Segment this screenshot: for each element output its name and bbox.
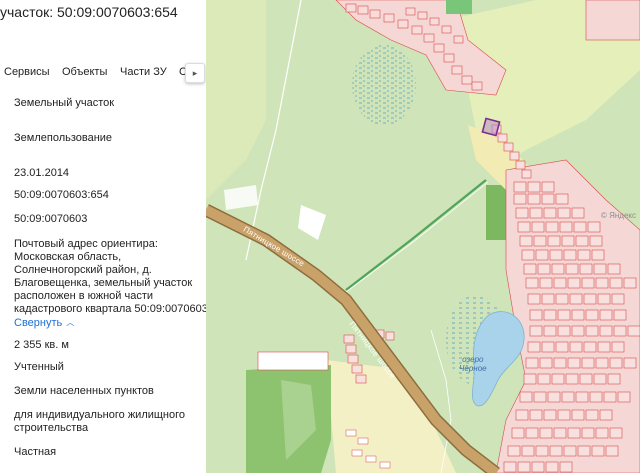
lake-label: озеро Чёрное bbox=[459, 355, 487, 373]
collapse-label: Свернуть bbox=[14, 317, 63, 329]
green-block bbox=[446, 0, 472, 14]
status-value: Учтенный bbox=[14, 361, 64, 373]
land-category-value: Земли населенных пунктов bbox=[14, 385, 154, 397]
area-value: 2 355 кв. м bbox=[14, 339, 69, 351]
panel-title: участок: 50:09:0070603:654 bbox=[0, 4, 178, 20]
small-parcel bbox=[257, 351, 329, 371]
cadastral-quarter-value: 50:09:0070603 bbox=[14, 213, 88, 225]
category-value: Землепользование bbox=[14, 132, 113, 144]
chevron-up-icon: ︿ bbox=[66, 318, 75, 327]
cadastral-number-value: 50:09:0070603:654 bbox=[14, 189, 109, 201]
address-line: Почтовый адрес ориентира: bbox=[14, 238, 158, 250]
permitted-use-line: для индивидуального жилищного bbox=[14, 409, 186, 421]
address-line: расположен в южной части bbox=[14, 290, 154, 302]
tab-scroll-button[interactable]: ▸ bbox=[185, 63, 205, 83]
map-canvas bbox=[206, 0, 640, 473]
selected-parcel[interactable] bbox=[481, 117, 501, 137]
cadastral-map[interactable]: Пятницкое шоссе Пятницкое шоссе озеро Чё… bbox=[206, 0, 640, 473]
address-line: кадастрового квартала 50:09:0070603 bbox=[14, 303, 206, 315]
address-block: Почтовый адрес ориентира: Московская обл… bbox=[14, 238, 206, 316]
address-line: Московская область, bbox=[14, 251, 122, 263]
collapse-link[interactable]: Свернуть ︿ bbox=[14, 317, 74, 329]
address-line: Солнечногорский район, д. bbox=[14, 264, 152, 276]
tab-bar: Сервисы Объекты Части ЗУ С ▸ bbox=[0, 63, 206, 83]
chevron-right-icon: ▸ bbox=[192, 67, 198, 78]
tab-objects[interactable]: Объекты bbox=[62, 66, 107, 78]
ownership-value: Частная bbox=[14, 446, 57, 458]
object-type-value: Земельный участок bbox=[14, 97, 115, 109]
settlement-area bbox=[585, 0, 640, 41]
address-line: Благовещенка, земельный участок bbox=[14, 277, 193, 289]
marsh-area bbox=[352, 45, 416, 125]
tab-parcel-parts[interactable]: Части ЗУ bbox=[120, 66, 167, 78]
map-copyright: © Яндекс bbox=[600, 211, 636, 220]
info-panel: участок: 50:09:0070603:654 Сервисы Объек… bbox=[0, 0, 206, 473]
permitted-use-line: строительства bbox=[14, 422, 89, 434]
date-value: 23.01.2014 bbox=[14, 167, 70, 179]
tab-services[interactable]: Сервисы bbox=[4, 66, 50, 78]
dark-forest-area bbox=[486, 185, 508, 240]
